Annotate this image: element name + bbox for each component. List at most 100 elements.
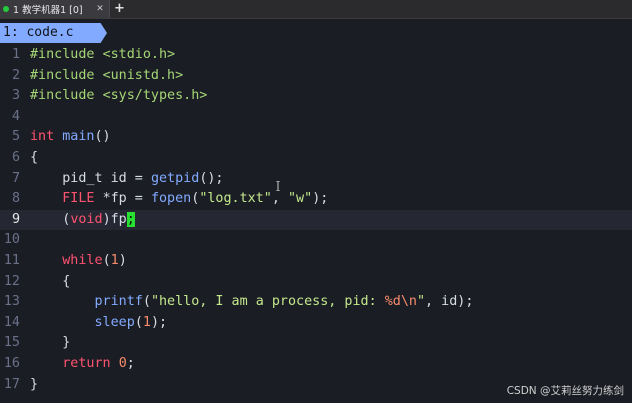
code-line[interactable]: 16 return 0;: [0, 354, 632, 375]
code-text: return 0;: [30, 354, 135, 375]
line-number: 2: [11, 67, 20, 83]
code-token: }: [30, 335, 71, 351]
code-token: ,: [271, 191, 288, 207]
code-text: }: [30, 375, 38, 396]
code-token: {: [30, 149, 39, 165]
code-token: <unistd.h>: [102, 67, 184, 83]
close-icon[interactable]: ✕: [95, 4, 105, 14]
code-line[interactable]: 6{: [0, 148, 632, 169]
line-number: 13: [3, 294, 20, 310]
code-token: ;: [126, 355, 135, 371]
code-token: pid_t id =: [30, 170, 151, 186]
code-token: #include: [30, 47, 103, 62]
code-line[interactable]: 14 sleep(1);: [0, 313, 632, 334]
code-token: fopen: [150, 191, 192, 207]
code-text: pid_t id = getpid();: [30, 169, 224, 190]
code-token: {: [30, 273, 71, 289]
line-number: 5: [11, 129, 20, 145]
code-text: }: [30, 333, 70, 354]
code-token: (): [94, 129, 111, 145]
terminal-tab-bar: 1 教学机器1 [0] ✕ +: [0, 0, 632, 19]
line-number: 7: [11, 170, 20, 186]
code-token: "hello, I am a process, pid:: [150, 294, 385, 310]
code-token: }: [30, 376, 39, 392]
add-tab-button[interactable]: +: [114, 0, 125, 18]
line-number: 11: [3, 252, 20, 268]
code-token: 1: [142, 314, 151, 330]
line-number: 12: [3, 273, 20, 289]
code-text: while(1): [30, 251, 127, 272]
code-line[interactable]: 1 #include <stdio.h>: [0, 45, 632, 66]
code-token: );: [150, 314, 168, 330]
line-number: 15: [3, 335, 20, 351]
code-token: );: [312, 191, 329, 207]
code-text: #include <sys/types.h>: [30, 86, 207, 107]
code-token: 0: [118, 355, 127, 371]
code-text: int main(): [30, 127, 111, 148]
code-token: %d\n: [384, 294, 417, 310]
code-token: getpid: [150, 170, 200, 186]
code-token: main: [62, 129, 95, 145]
code-line[interactable]: 10: [0, 230, 632, 251]
code-token: return: [62, 355, 119, 371]
code-token: )fp: [102, 211, 127, 227]
buffer-tab-code-c[interactable]: 1: code.c: [0, 23, 107, 43]
code-token: , id);: [425, 294, 474, 310]
code-token: "log.txt": [199, 191, 272, 207]
code-text: printf("hello, I am a process, pid: %d\n…: [30, 292, 474, 313]
code-token: (: [134, 314, 143, 330]
code-line[interactable]: 2 #include <unistd.h>: [0, 66, 632, 87]
code-text: sleep(1);: [30, 313, 168, 334]
watermark: CSDN @艾莉丝努力练剑: [506, 385, 624, 397]
terminal-tab[interactable]: 1 教学机器1 [0] ✕: [0, 0, 110, 18]
status-dot-icon: [3, 6, 9, 12]
mouse-ibeam-cursor-icon: [275, 180, 280, 192]
terminal-tab-title: 1 教学机器1 [0]: [13, 5, 83, 16]
line-number: 4: [11, 108, 20, 124]
code-text: (void)fp;: [30, 210, 135, 231]
code-text: {: [30, 148, 38, 169]
code-text: FILE *fp = fopen("log.txt", "w");: [30, 189, 328, 210]
code-line[interactable]: 13 printf("hello, I am a process, pid: %…: [0, 292, 632, 313]
code-text: #include <stdio.h>: [30, 45, 175, 66]
line-number: 16: [3, 355, 20, 371]
code-line[interactable]: 11 while(1): [0, 251, 632, 272]
code-token: <stdio.h>: [102, 47, 176, 62]
code-token: ();: [199, 170, 224, 186]
code-line[interactable]: 12 {: [0, 272, 632, 293]
code-token: 1: [110, 252, 119, 268]
code-token: *fp =: [102, 191, 151, 207]
code-editor[interactable]: 1 #include <stdio.h> 2 #include <unistd.h> 3…: [0, 45, 632, 395]
vim-tabline: 1: code.c: [0, 23, 632, 43]
code-token: ): [118, 252, 127, 268]
code-line[interactable]: 15 }: [0, 333, 632, 354]
code-token: "w": [288, 191, 313, 207]
code-line[interactable]: 8 FILE *fp = fopen("log.txt", "w");: [0, 189, 632, 210]
line-number: 9: [11, 211, 20, 227]
code-token: (: [30, 211, 71, 227]
code-token: int: [30, 129, 63, 145]
code-line[interactable]: 3 #include <sys/types.h>: [0, 86, 632, 107]
line-number: 3: [11, 88, 20, 104]
line-number: 8: [11, 191, 20, 207]
code-text: {: [30, 272, 70, 293]
code-token: printf: [94, 294, 143, 310]
code-text: #include <unistd.h>: [30, 66, 183, 87]
code-line[interactable]: 4: [0, 107, 632, 128]
code-token: (: [102, 252, 111, 268]
code-line[interactable]: 7 pid_t id = getpid();: [0, 169, 632, 190]
code-token: <sys/types.h>: [102, 88, 208, 104]
code-line[interactable]: 9 (void)fp;: [0, 209, 632, 231]
code-token: while: [62, 252, 103, 268]
code-token: #include: [30, 88, 103, 104]
code-line[interactable]: 5 int main(): [0, 127, 632, 148]
line-number: 6: [11, 149, 20, 165]
code-token: void: [70, 211, 103, 227]
line-number: 10: [3, 232, 20, 248]
code-token: sleep: [94, 314, 135, 330]
